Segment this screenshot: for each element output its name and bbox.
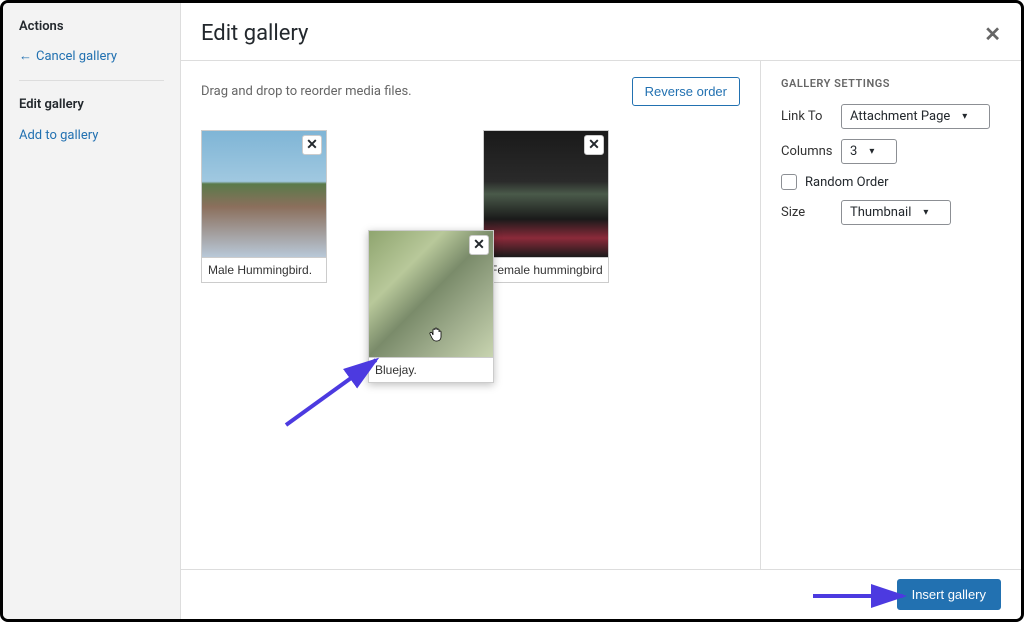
columns-label: Columns (781, 144, 841, 159)
gallery-thumb-dragging[interactable]: ✕ (368, 230, 494, 383)
arrow-left-icon: ← (19, 49, 32, 64)
add-to-gallery-link[interactable]: Add to gallery (19, 124, 164, 147)
thumb-image: ✕ (484, 131, 608, 257)
gallery-thumb[interactable]: ✕ (201, 130, 327, 283)
link-to-value: Attachment Page (850, 109, 950, 124)
size-select[interactable]: Thumbnail ▾ (841, 200, 951, 225)
sidebar-heading: Actions (19, 19, 164, 34)
reverse-order-button[interactable]: Reverse order (632, 77, 740, 106)
drag-hint: Drag and drop to reorder media files. (201, 84, 412, 99)
link-to-label: Link To (781, 109, 841, 124)
close-icon: ✕ (306, 137, 318, 153)
columns-select[interactable]: 3 ▾ (841, 139, 897, 164)
thumb-image: ✕ (202, 131, 326, 257)
thumbnail-grid[interactable]: ✕ ✕ ✕ (201, 130, 740, 530)
close-icon[interactable]: ✕ (984, 22, 1001, 46)
gallery-area: Drag and drop to reorder media files. Re… (181, 61, 761, 569)
random-order-checkbox[interactable] (781, 174, 797, 190)
gallery-thumb[interactable]: ✕ (483, 130, 609, 283)
cancel-gallery-label: Cancel gallery (36, 49, 117, 64)
caption-input[interactable] (484, 257, 608, 282)
actions-sidebar: Actions ← Cancel gallery Edit gallery Add… (3, 3, 181, 619)
chevron-down-icon: ▾ (923, 207, 928, 218)
link-to-select[interactable]: Attachment Page ▾ (841, 104, 990, 129)
modal-footer: Insert gallery (181, 569, 1021, 619)
settings-heading: GALLERY SETTINGS (781, 77, 1001, 90)
remove-thumb-button[interactable]: ✕ (302, 135, 322, 155)
close-icon: ✕ (473, 237, 485, 253)
size-value: Thumbnail (850, 205, 911, 220)
close-icon: ✕ (588, 137, 600, 153)
thumb-image: ✕ (369, 231, 493, 357)
chevron-down-icon: ▾ (962, 111, 967, 122)
gallery-settings-panel: GALLERY SETTINGS Link To Attachment Page… (761, 61, 1021, 569)
columns-value: 3 (850, 144, 857, 159)
edit-gallery-link[interactable]: Edit gallery (19, 93, 164, 116)
caption-input[interactable] (202, 257, 326, 282)
remove-thumb-button[interactable]: ✕ (469, 235, 489, 255)
cancel-gallery-link[interactable]: ← Cancel gallery (19, 44, 164, 68)
modal-header: Edit gallery ✕ (181, 3, 1021, 61)
remove-thumb-button[interactable]: ✕ (584, 135, 604, 155)
sidebar-divider (19, 80, 164, 81)
insert-gallery-button[interactable]: Insert gallery (897, 579, 1001, 610)
chevron-down-icon: ▾ (869, 146, 874, 157)
page-title: Edit gallery (201, 21, 308, 46)
random-order-label: Random Order (805, 175, 889, 190)
cursor-grab-icon (429, 327, 445, 343)
caption-input[interactable] (369, 357, 493, 382)
size-label: Size (781, 205, 841, 220)
